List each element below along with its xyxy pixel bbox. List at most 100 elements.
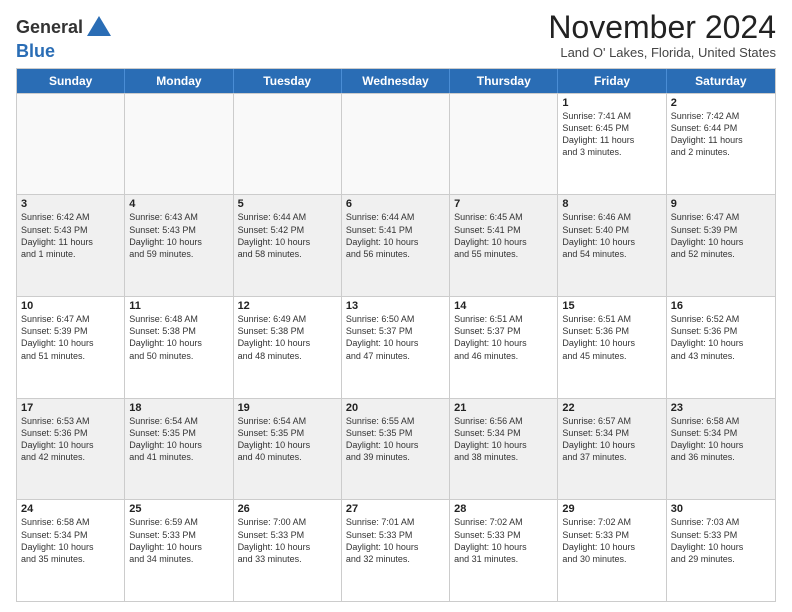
calendar-cell: 11Sunrise: 6:48 AMSunset: 5:38 PMDayligh… xyxy=(125,297,233,398)
calendar-cell: 17Sunrise: 6:53 AMSunset: 5:36 PMDayligh… xyxy=(17,399,125,500)
weekday-header-tuesday: Tuesday xyxy=(234,69,342,93)
calendar-cell: 27Sunrise: 7:01 AMSunset: 5:33 PMDayligh… xyxy=(342,500,450,601)
calendar-cell: 20Sunrise: 6:55 AMSunset: 5:35 PMDayligh… xyxy=(342,399,450,500)
calendar-cell xyxy=(342,94,450,195)
day-number: 18 xyxy=(129,402,228,414)
day-number: 29 xyxy=(562,503,661,515)
day-info: Sunrise: 6:54 AMSunset: 5:35 PMDaylight:… xyxy=(129,415,228,464)
calendar: SundayMondayTuesdayWednesdayThursdayFrid… xyxy=(16,68,776,602)
day-info: Sunrise: 6:57 AMSunset: 5:34 PMDaylight:… xyxy=(562,415,661,464)
weekday-header-sunday: Sunday xyxy=(17,69,125,93)
day-number: 10 xyxy=(21,300,120,312)
location: Land O' Lakes, Florida, United States xyxy=(548,45,776,60)
calendar-cell: 21Sunrise: 6:56 AMSunset: 5:34 PMDayligh… xyxy=(450,399,558,500)
day-info: Sunrise: 6:43 AMSunset: 5:43 PMDaylight:… xyxy=(129,211,228,260)
day-number: 23 xyxy=(671,402,771,414)
calendar-cell: 16Sunrise: 6:52 AMSunset: 5:36 PMDayligh… xyxy=(667,297,775,398)
day-info: Sunrise: 7:02 AMSunset: 5:33 PMDaylight:… xyxy=(562,516,661,565)
calendar-cell: 3Sunrise: 6:42 AMSunset: 5:43 PMDaylight… xyxy=(17,195,125,296)
calendar-cell: 14Sunrise: 6:51 AMSunset: 5:37 PMDayligh… xyxy=(450,297,558,398)
calendar-cell: 10Sunrise: 6:47 AMSunset: 5:39 PMDayligh… xyxy=(17,297,125,398)
title-block: November 2024 Land O' Lakes, Florida, Un… xyxy=(548,10,776,60)
calendar-cell: 5Sunrise: 6:44 AMSunset: 5:42 PMDaylight… xyxy=(234,195,342,296)
day-number: 5 xyxy=(238,198,337,210)
calendar-cell: 22Sunrise: 6:57 AMSunset: 5:34 PMDayligh… xyxy=(558,399,666,500)
calendar-cell: 30Sunrise: 7:03 AMSunset: 5:33 PMDayligh… xyxy=(667,500,775,601)
day-info: Sunrise: 6:47 AMSunset: 5:39 PMDaylight:… xyxy=(671,211,771,260)
logo-general: General xyxy=(16,18,83,38)
calendar-cell: 26Sunrise: 7:00 AMSunset: 5:33 PMDayligh… xyxy=(234,500,342,601)
day-number: 12 xyxy=(238,300,337,312)
day-number: 14 xyxy=(454,300,553,312)
day-number: 24 xyxy=(21,503,120,515)
calendar-row-2: 3Sunrise: 6:42 AMSunset: 5:43 PMDaylight… xyxy=(17,194,775,296)
calendar-cell: 15Sunrise: 6:51 AMSunset: 5:36 PMDayligh… xyxy=(558,297,666,398)
day-info: Sunrise: 6:58 AMSunset: 5:34 PMDaylight:… xyxy=(671,415,771,464)
day-info: Sunrise: 6:50 AMSunset: 5:37 PMDaylight:… xyxy=(346,313,445,362)
day-number: 17 xyxy=(21,402,120,414)
day-info: Sunrise: 6:48 AMSunset: 5:38 PMDaylight:… xyxy=(129,313,228,362)
calendar-cell: 2Sunrise: 7:42 AMSunset: 6:44 PMDaylight… xyxy=(667,94,775,195)
day-number: 26 xyxy=(238,503,337,515)
calendar-cell xyxy=(234,94,342,195)
day-number: 16 xyxy=(671,300,771,312)
calendar-row-3: 10Sunrise: 6:47 AMSunset: 5:39 PMDayligh… xyxy=(17,296,775,398)
day-number: 15 xyxy=(562,300,661,312)
day-number: 3 xyxy=(21,198,120,210)
day-number: 13 xyxy=(346,300,445,312)
calendar-header: SundayMondayTuesdayWednesdayThursdayFrid… xyxy=(17,69,775,93)
day-number: 19 xyxy=(238,402,337,414)
calendar-row-4: 17Sunrise: 6:53 AMSunset: 5:36 PMDayligh… xyxy=(17,398,775,500)
day-number: 28 xyxy=(454,503,553,515)
logo-blue: Blue xyxy=(16,42,113,62)
calendar-cell: 25Sunrise: 6:59 AMSunset: 5:33 PMDayligh… xyxy=(125,500,233,601)
calendar-cell xyxy=(450,94,558,195)
header: General Blue November 2024 Land O' Lakes… xyxy=(16,10,776,62)
day-info: Sunrise: 6:49 AMSunset: 5:38 PMDaylight:… xyxy=(238,313,337,362)
day-info: Sunrise: 6:46 AMSunset: 5:40 PMDaylight:… xyxy=(562,211,661,260)
month-title: November 2024 xyxy=(548,10,776,45)
logo-icon xyxy=(85,14,113,42)
day-info: Sunrise: 6:59 AMSunset: 5:33 PMDaylight:… xyxy=(129,516,228,565)
day-info: Sunrise: 6:54 AMSunset: 5:35 PMDaylight:… xyxy=(238,415,337,464)
day-number: 7 xyxy=(454,198,553,210)
day-number: 2 xyxy=(671,97,771,109)
day-info: Sunrise: 6:58 AMSunset: 5:34 PMDaylight:… xyxy=(21,516,120,565)
calendar-cell: 1Sunrise: 7:41 AMSunset: 6:45 PMDaylight… xyxy=(558,94,666,195)
day-info: Sunrise: 7:02 AMSunset: 5:33 PMDaylight:… xyxy=(454,516,553,565)
calendar-cell: 18Sunrise: 6:54 AMSunset: 5:35 PMDayligh… xyxy=(125,399,233,500)
logo: General Blue xyxy=(16,14,113,62)
day-number: 30 xyxy=(671,503,771,515)
page: General Blue November 2024 Land O' Lakes… xyxy=(0,0,792,612)
day-info: Sunrise: 7:03 AMSunset: 5:33 PMDaylight:… xyxy=(671,516,771,565)
day-info: Sunrise: 6:53 AMSunset: 5:36 PMDaylight:… xyxy=(21,415,120,464)
day-info: Sunrise: 6:55 AMSunset: 5:35 PMDaylight:… xyxy=(346,415,445,464)
day-info: Sunrise: 6:51 AMSunset: 5:36 PMDaylight:… xyxy=(562,313,661,362)
day-number: 21 xyxy=(454,402,553,414)
day-info: Sunrise: 6:42 AMSunset: 5:43 PMDaylight:… xyxy=(21,211,120,260)
day-info: Sunrise: 7:42 AMSunset: 6:44 PMDaylight:… xyxy=(671,110,771,159)
calendar-cell: 24Sunrise: 6:58 AMSunset: 5:34 PMDayligh… xyxy=(17,500,125,601)
calendar-row-5: 24Sunrise: 6:58 AMSunset: 5:34 PMDayligh… xyxy=(17,499,775,601)
day-number: 27 xyxy=(346,503,445,515)
weekday-header-friday: Friday xyxy=(558,69,666,93)
day-info: Sunrise: 6:47 AMSunset: 5:39 PMDaylight:… xyxy=(21,313,120,362)
weekday-header-saturday: Saturday xyxy=(667,69,775,93)
day-number: 20 xyxy=(346,402,445,414)
day-info: Sunrise: 6:51 AMSunset: 5:37 PMDaylight:… xyxy=(454,313,553,362)
calendar-cell: 23Sunrise: 6:58 AMSunset: 5:34 PMDayligh… xyxy=(667,399,775,500)
day-info: Sunrise: 7:41 AMSunset: 6:45 PMDaylight:… xyxy=(562,110,661,159)
calendar-cell: 4Sunrise: 6:43 AMSunset: 5:43 PMDaylight… xyxy=(125,195,233,296)
weekday-header-wednesday: Wednesday xyxy=(342,69,450,93)
calendar-cell: 12Sunrise: 6:49 AMSunset: 5:38 PMDayligh… xyxy=(234,297,342,398)
day-number: 4 xyxy=(129,198,228,210)
day-info: Sunrise: 7:00 AMSunset: 5:33 PMDaylight:… xyxy=(238,516,337,565)
calendar-cell: 13Sunrise: 6:50 AMSunset: 5:37 PMDayligh… xyxy=(342,297,450,398)
calendar-cell: 8Sunrise: 6:46 AMSunset: 5:40 PMDaylight… xyxy=(558,195,666,296)
day-info: Sunrise: 6:56 AMSunset: 5:34 PMDaylight:… xyxy=(454,415,553,464)
day-info: Sunrise: 7:01 AMSunset: 5:33 PMDaylight:… xyxy=(346,516,445,565)
day-info: Sunrise: 6:52 AMSunset: 5:36 PMDaylight:… xyxy=(671,313,771,362)
day-number: 1 xyxy=(562,97,661,109)
calendar-cell: 7Sunrise: 6:45 AMSunset: 5:41 PMDaylight… xyxy=(450,195,558,296)
calendar-body: 1Sunrise: 7:41 AMSunset: 6:45 PMDaylight… xyxy=(17,93,775,601)
